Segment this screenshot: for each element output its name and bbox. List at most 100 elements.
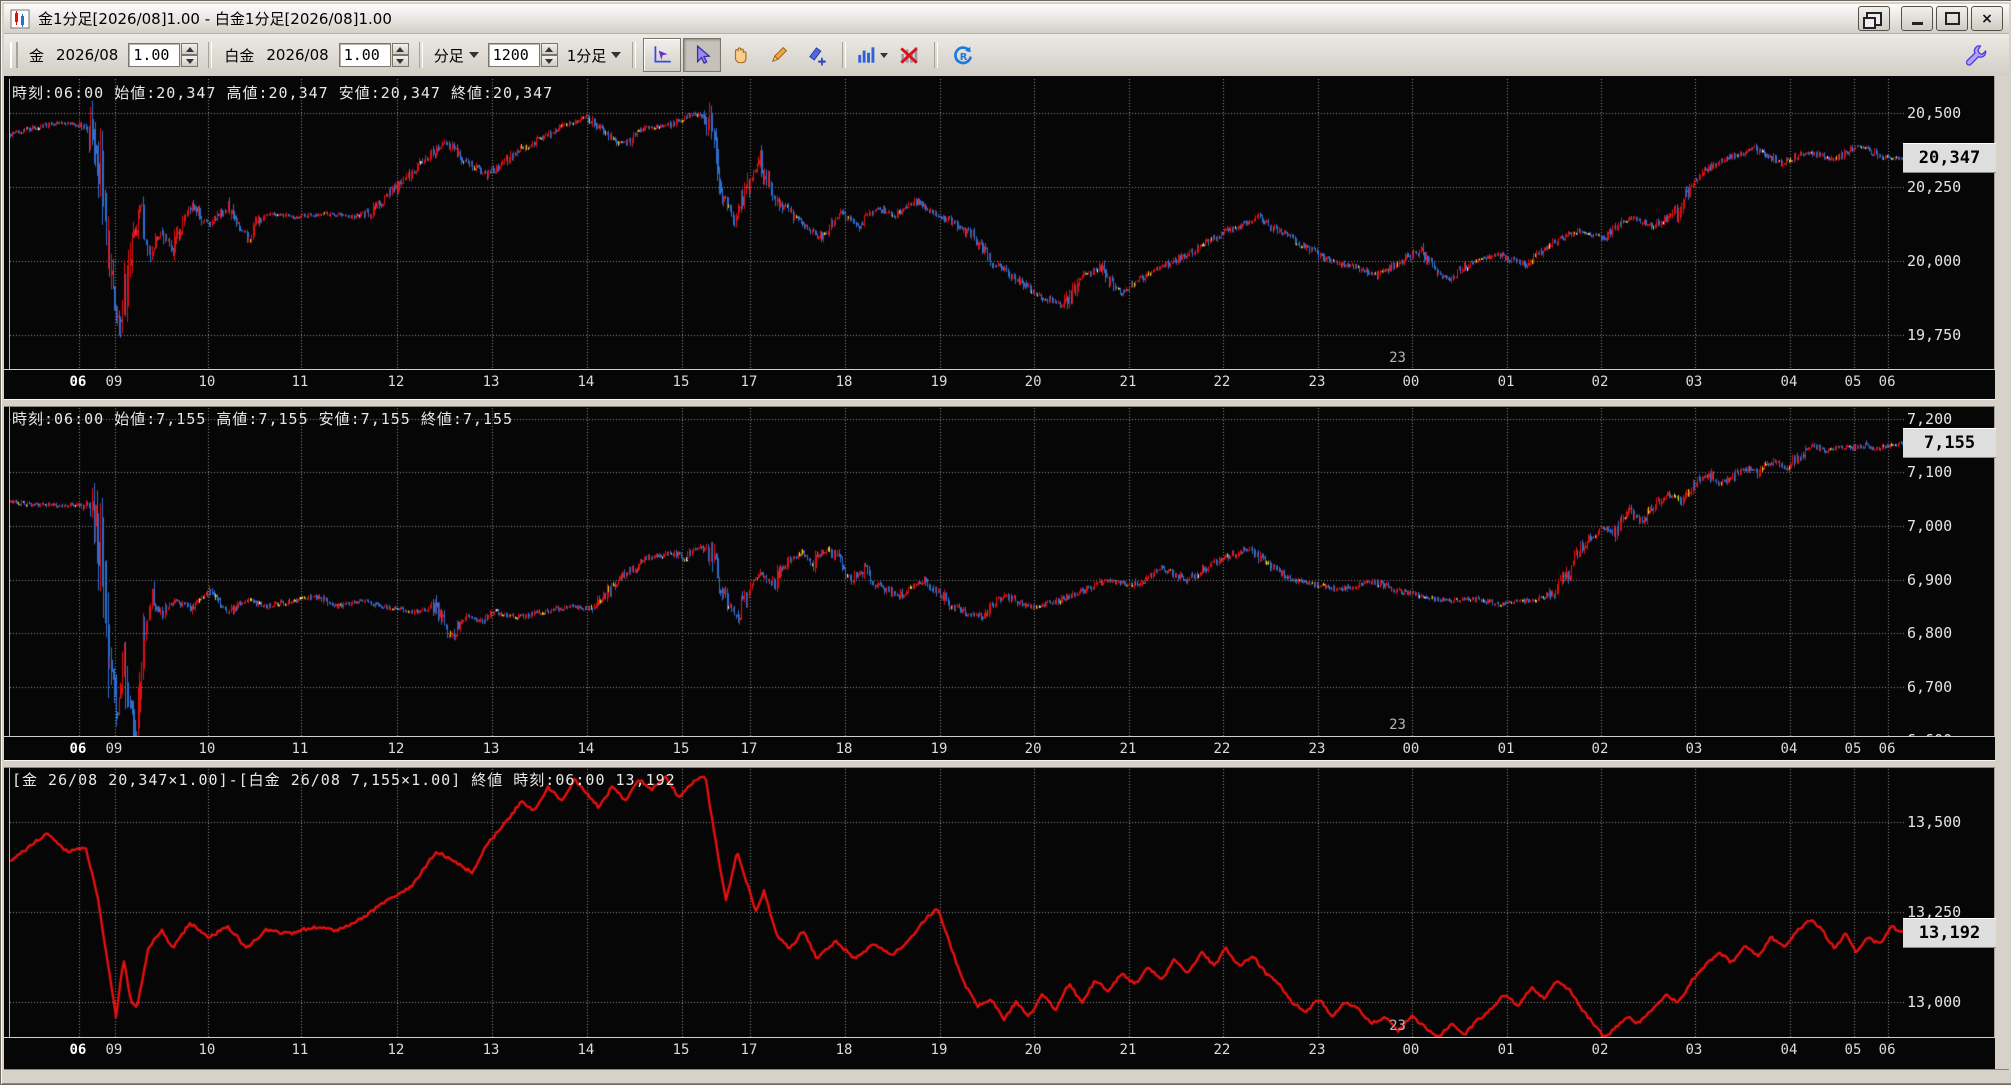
date-marker: 23 — [1389, 717, 1406, 733]
x-tick-label: 21 — [1119, 741, 1137, 757]
x-tick-label: 00 — [1402, 374, 1420, 390]
bar-count-spinner[interactable]: 1200 — [487, 43, 558, 67]
close-button[interactable]: × — [1971, 6, 2003, 31]
x-tick-label: 04 — [1780, 741, 1798, 757]
x-tick-label: 14 — [577, 1042, 595, 1058]
svg-text:R: R — [960, 52, 968, 63]
gold-label: 金 — [29, 46, 45, 65]
maximize-button[interactable] — [1936, 6, 1968, 31]
dropdown-arrow-icon — [879, 52, 888, 58]
platinum-y-axis-labels: 7,2007,1007,0006,9006,8006,7006,600 — [1905, 405, 1995, 760]
platinum-multiplier-spinner[interactable]: 1.00 — [338, 43, 409, 67]
cascade-window-button[interactable] — [1858, 6, 1890, 31]
x-tick-label: 00 — [1402, 1042, 1420, 1058]
minimize-icon — [1911, 21, 1923, 25]
platinum-candle-chart[interactable] — [9, 405, 1904, 736]
period-type-label: 分足 — [433, 46, 464, 65]
spin-down-button[interactable] — [391, 55, 409, 67]
x-tick-label: 05 — [1844, 741, 1862, 757]
platinum-contract-month: 2026/08 — [266, 46, 329, 64]
y-tick-label: 7,000 — [1907, 517, 1953, 536]
x-tick-label: 00 — [1402, 741, 1420, 757]
x-tick-label: 06 — [69, 741, 87, 757]
platinum-multiplier-value[interactable]: 1.00 — [338, 43, 391, 67]
x-tick-label: 05 — [1844, 1042, 1862, 1058]
x-tick-label: 22 — [1213, 741, 1231, 757]
window-controls: × — [1858, 6, 2009, 31]
pointer-tool-button[interactable] — [683, 38, 722, 72]
marker-move-button[interactable] — [799, 39, 835, 71]
gold-multiplier-spinner[interactable]: 1.00 — [128, 43, 199, 67]
gold-y-axis-labels: 20,500 20,250 20,000 19,750 — [1905, 79, 1995, 399]
spin-up-button[interactable] — [181, 43, 199, 55]
wrench-icon — [1965, 45, 1987, 66]
interval-dropdown[interactable]: 1分足 — [567, 45, 622, 66]
x-tick-label: 12 — [387, 741, 405, 757]
spin-down-button[interactable] — [181, 55, 199, 67]
x-tick-label: 23 — [1308, 374, 1326, 390]
up-arrow-icon — [545, 46, 554, 52]
delete-chart-button[interactable] — [891, 39, 927, 71]
gold-chart-info: 時刻:06:00 始値:20,347 高値:20,347 安値:20,347 終… — [12, 84, 554, 102]
panel-divider[interactable] — [4, 760, 1995, 768]
down-arrow-icon — [185, 58, 194, 64]
x-tick-label: 05 — [1844, 374, 1862, 390]
gold-last-price-badge: 20,347 — [1903, 143, 1996, 173]
x-tick-label: 22 — [1213, 1042, 1231, 1058]
x-tick-label: 18 — [835, 741, 853, 757]
spin-down-button[interactable] — [540, 55, 558, 67]
x-tick-label: 12 — [387, 1042, 405, 1058]
x-tick-label: 04 — [1780, 374, 1798, 390]
close-icon: × — [1981, 10, 1993, 27]
hand-icon — [735, 47, 747, 64]
interval-label: 1分足 — [566, 46, 607, 65]
x-tick-label: 23 — [1308, 741, 1326, 757]
toolbar-separator — [208, 42, 213, 68]
y-tick-label: 6,900 — [1907, 570, 1953, 589]
x-tick-label: 21 — [1119, 374, 1137, 390]
period-type-dropdown[interactable]: 分足 — [434, 45, 479, 66]
x-tick-label: 02 — [1591, 741, 1609, 757]
toolbar-separator — [934, 42, 939, 68]
minimize-button[interactable] — [1901, 6, 1933, 31]
x-tick-label: 18 — [835, 1042, 853, 1058]
spread-x-axis: 06 09 10 11 12 13 14 15 17 18 19 20 21 22 23 00 01 02 03 04… — [4, 1037, 1995, 1069]
bar-count-value[interactable]: 1200 — [487, 43, 540, 67]
x-tick-label: 01 — [1497, 374, 1515, 390]
x-tick-label: 03 — [1685, 1042, 1703, 1058]
pencil-icon — [772, 46, 788, 63]
bar-chart-button[interactable] — [853, 39, 889, 71]
spin-up-button[interactable] — [540, 43, 558, 55]
x-tick-label: 11 — [291, 374, 309, 390]
spread-line-chart[interactable] — [9, 766, 1904, 1037]
toolbar-grip[interactable] — [10, 42, 18, 68]
x-tick-label: 13 — [482, 1042, 500, 1058]
x-tick-label: 19 — [930, 374, 948, 390]
up-arrow-icon — [396, 46, 405, 52]
x-tick-label: 10 — [198, 1042, 216, 1058]
refresh-button[interactable]: R — [945, 39, 981, 71]
pencil-tool-button[interactable] — [761, 39, 797, 71]
x-tick-label: 23 — [1308, 1042, 1326, 1058]
x-tick-label: 18 — [835, 374, 853, 390]
y-tick-label: 19,750 — [1907, 325, 1962, 344]
x-tick-label: 21 — [1119, 1042, 1137, 1058]
gold-candle-chart[interactable] — [9, 79, 1904, 369]
panel-divider[interactable] — [4, 399, 1995, 407]
refresh-icon: R — [954, 46, 973, 65]
spin-up-button[interactable] — [391, 43, 409, 55]
x-tick-label: 04 — [1780, 1042, 1798, 1058]
dropdown-arrow-icon — [468, 52, 479, 58]
gold-multiplier-value[interactable]: 1.00 — [128, 43, 181, 67]
x-tick-label: 11 — [291, 1042, 309, 1058]
x-tick-label: 12 — [387, 374, 405, 390]
x-tick-label: 09 — [105, 1042, 123, 1058]
platinum-last-price-badge: 7,155 — [1903, 428, 1996, 458]
x-tick-label: 02 — [1591, 1042, 1609, 1058]
up-arrow-icon — [185, 46, 194, 52]
settings-wrench-button[interactable] — [1957, 39, 1993, 71]
x-tick-label: 03 — [1685, 741, 1703, 757]
range-cursor-button[interactable] — [643, 38, 682, 72]
pan-hand-button[interactable] — [723, 39, 759, 71]
title-bar[interactable]: 金1分足[2026/08]1.00 - 白金1分足[2026/08]1.00 × — [4, 4, 2009, 34]
